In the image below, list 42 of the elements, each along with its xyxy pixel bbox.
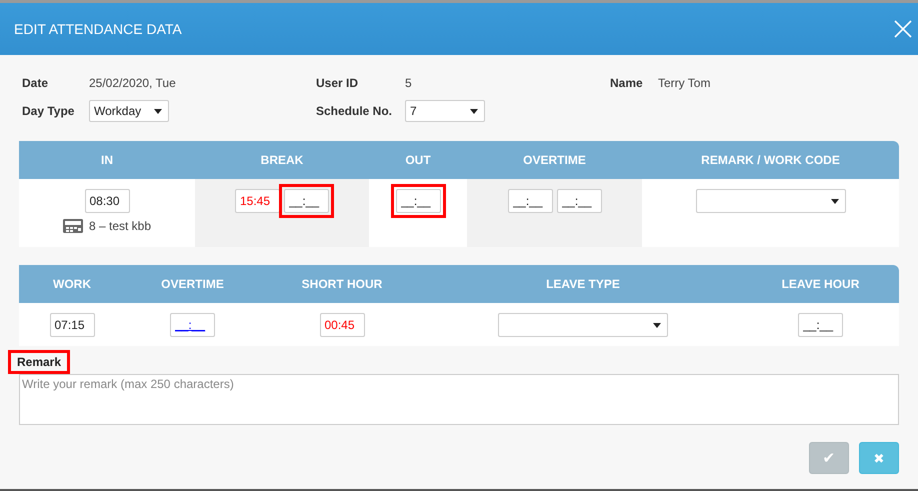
column-heading: BREAK	[260, 153, 304, 167]
time-field[interactable]: __:__	[508, 189, 552, 213]
time-field[interactable]: 15:45	[235, 189, 280, 213]
field-label: Date	[22, 76, 50, 90]
column-heading: REMARK / WORK CODE	[701, 153, 840, 167]
caret-icon	[653, 322, 661, 328]
caret-icon	[154, 108, 162, 114]
terminal-icon	[62, 219, 83, 233]
dropdown[interactable]: Workday	[89, 100, 169, 122]
time-field[interactable]: __:__	[556, 189, 602, 213]
column-heading: OVERTIME	[161, 277, 224, 291]
field-value: Terry Tom	[658, 76, 710, 90]
dropdown[interactable]	[498, 313, 668, 337]
column-heading: OVERTIME	[523, 153, 586, 167]
column-heading: LEAVE TYPE	[546, 277, 620, 291]
time-field[interactable]: 08:30	[84, 189, 130, 213]
time-field[interactable]: __:__	[170, 313, 215, 337]
remark-field[interactable]: Write your remark (max 250 characters)	[19, 374, 899, 425]
column-heading: IN	[101, 153, 113, 167]
field-label: Schedule No.	[316, 104, 394, 118]
time-field[interactable]: 07:15	[50, 313, 94, 337]
time-field[interactable]: 00:45	[320, 313, 364, 337]
column-heading: OUT	[405, 153, 431, 167]
caret-icon	[830, 198, 838, 204]
column-heading: WORK	[53, 277, 91, 291]
device-label: 8 – test kbb	[88, 219, 152, 233]
dropdown[interactable]	[696, 189, 846, 213]
field-label: Day Type	[22, 104, 76, 118]
window-title: EDIT ATTENDANCE DATA	[14, 21, 182, 37]
caret-icon	[470, 108, 478, 114]
close-icon[interactable]	[894, 20, 912, 38]
time-field[interactable]: __:__	[396, 189, 440, 213]
dropdown[interactable]: 7	[405, 100, 485, 122]
column-heading: LEAVE HOUR	[782, 277, 860, 291]
field-value: 25/02/2020, Tue	[89, 76, 176, 90]
time-field[interactable]: __:__	[798, 313, 843, 337]
field-label: User ID	[316, 76, 360, 90]
column-heading: SHORT HOUR	[302, 277, 382, 291]
field-label: Name	[610, 76, 644, 90]
field-value: 5	[405, 76, 412, 90]
time-field[interactable]: __:__	[284, 189, 329, 213]
remark-label: Remark	[8, 350, 70, 374]
